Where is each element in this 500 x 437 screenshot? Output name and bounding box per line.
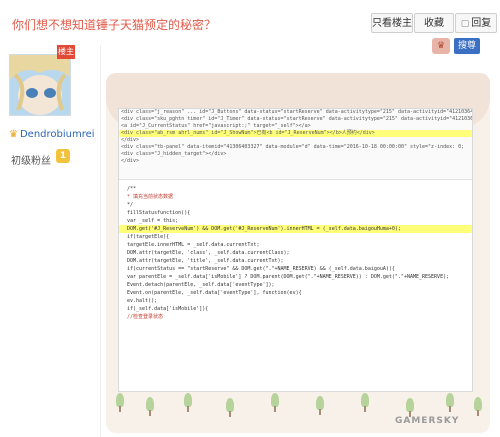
- tree-decoration: [226, 398, 234, 412]
- code-line: DOM.attr(targetEle, 'title', _self.data.…: [127, 258, 284, 264]
- tree-trunk: [119, 406, 121, 412]
- thread-header: 你们想不想知道锤子天猫预定的秘密？ 只看楼主 收藏 ▢ 回复: [0, 0, 500, 46]
- favorite-button[interactable]: 收藏: [414, 13, 454, 33]
- code-line: targetEle.innerHTML = _self.data.current…: [127, 242, 260, 248]
- watermark: GAMERSKY: [395, 416, 460, 426]
- avatar-image: [10, 55, 70, 115]
- tree-decoration: [271, 393, 279, 407]
- tree-trunk: [364, 406, 366, 412]
- crown-icon: ♛: [9, 129, 18, 140]
- code-line: ev.halt();: [127, 298, 158, 304]
- code-line: if(currentStatus == "startReserve" && DO…: [127, 266, 395, 272]
- tree-trunk: [477, 410, 479, 416]
- tree-decoration: [184, 393, 192, 407]
- code-line: <div class="J_hidden_target"></div>: [121, 151, 227, 157]
- tree-decoration: [474, 397, 482, 411]
- tree-trunk: [449, 406, 451, 412]
- avatar[interactable]: [9, 54, 71, 116]
- code-screenshot-top: <div class="j_reason" ... id="J_Buttons"…: [119, 109, 472, 180]
- code-line: <div class="tb-panel" data-itemid="41306…: [121, 144, 465, 150]
- reply-button[interactable]: ▢ 回复: [455, 13, 497, 33]
- tree-trunk: [319, 409, 321, 415]
- code-line: var parentEle = _self.data['isMobile'] ?…: [127, 274, 450, 280]
- code-line: </div>: [121, 158, 140, 164]
- code-line: var _self = this;: [127, 218, 179, 224]
- code-line: //检查登录状态: [127, 314, 164, 320]
- username-link[interactable]: ♛ Dendrobiumrei: [9, 129, 95, 140]
- username: Dendrobiumrei: [19, 129, 95, 140]
- code-line-highlight: DOM.get('#J_ReserveNum') && DOM.get('#J_…: [119, 225, 472, 233]
- author-panel: 楼主 ♛ Dendrobiumrei 初级粉丝 1: [0, 45, 101, 437]
- fan-title: 初级粉丝: [11, 156, 51, 167]
- reply-icon: ▢: [460, 19, 470, 29]
- reply-label: 回复: [471, 18, 492, 29]
- tree-decoration: [316, 396, 324, 410]
- code-line: <a id="J_CurrentStatus" href="javascript…: [121, 123, 311, 129]
- code-line: <div class="sku_pghtn timer" id="J_Timer…: [121, 116, 472, 122]
- level-badge: 1: [56, 149, 70, 163]
- code-line: Event.on(parentEle, _self.data['eventTyp…: [127, 290, 302, 296]
- tree-decoration: [146, 397, 154, 411]
- tree-decoration: [406, 398, 414, 412]
- code-line: */: [127, 202, 134, 208]
- code-line: if(_self.data['isMobile']){: [127, 306, 209, 312]
- post-content: ♛ 搜尊 <div class="j_reason" ... id="J_But…: [101, 38, 500, 437]
- code-line: DOM.attr(targetEle, 'class', _self.data.…: [127, 250, 290, 256]
- code-line: if(targetEle){: [127, 234, 170, 240]
- code-line: * 填充当前状态数据: [127, 194, 174, 200]
- code-line-highlight: <div class="ab_rsm ahrl_nums" id="J_Show…: [119, 130, 472, 137]
- code-line: fillStatusfunction(){: [127, 210, 191, 216]
- decorative-trees: [106, 393, 490, 433]
- tree-trunk: [274, 406, 276, 412]
- code-line: </div>: [121, 137, 140, 143]
- thread-title: 你们想不想知道锤子天猫预定的秘密？: [12, 18, 217, 32]
- code-line: Event.detach(parentEle, _self.data['even…: [127, 282, 275, 288]
- code-line: /**: [127, 186, 137, 192]
- code-screenshot-bottom: /** * 填充当前状态数据 */ fillStatusfunction(){ …: [119, 185, 472, 355]
- tree-trunk: [229, 411, 231, 417]
- tree-trunk: [149, 410, 151, 416]
- code-line: <div class="j_reason" ... id="J_Buttons"…: [121, 109, 472, 115]
- sponsor-area[interactable]: ♛ 搜尊: [432, 38, 492, 58]
- tree-trunk: [187, 406, 189, 412]
- tree-decoration: [361, 393, 369, 407]
- tree-decoration: [446, 393, 454, 407]
- sponsor-label[interactable]: 搜尊: [454, 38, 481, 54]
- op-badge: 楼主: [57, 45, 75, 59]
- post-image[interactable]: <div class="j_reason" ... id="J_Buttons"…: [118, 108, 473, 392]
- sponsor-crown-icon: ♛: [432, 38, 450, 54]
- tree-decoration: [116, 393, 124, 407]
- only-op-button[interactable]: 只看楼主: [371, 13, 413, 33]
